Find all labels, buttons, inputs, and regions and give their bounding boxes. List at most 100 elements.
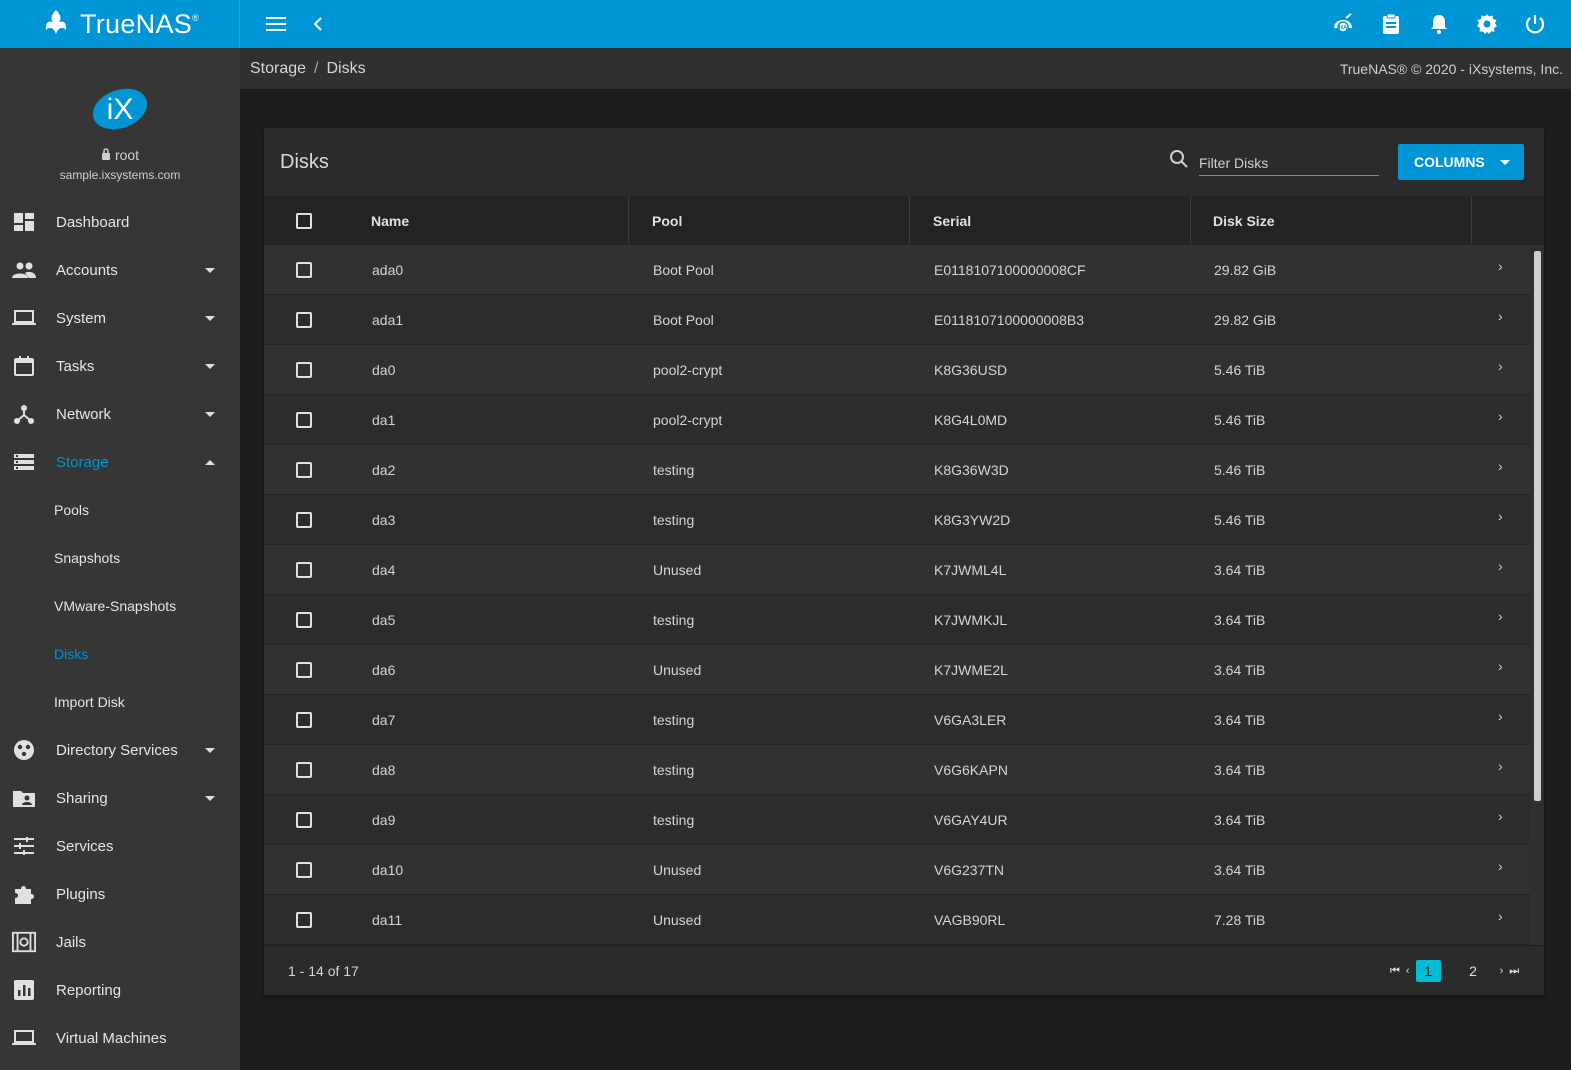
table-row[interactable]: da7 testing V6GA3LER 3.64 TiB › bbox=[264, 695, 1544, 745]
page-button-1[interactable]: 1 bbox=[1415, 960, 1441, 982]
row-checkbox[interactable] bbox=[296, 812, 312, 828]
expand-chevron-icon[interactable]: › bbox=[1498, 841, 1503, 891]
sidebar-item-jails[interactable]: Jails bbox=[0, 918, 240, 966]
expand-chevron-icon[interactable]: › bbox=[1498, 641, 1503, 691]
sidebar-item-reporting[interactable]: Reporting bbox=[0, 966, 240, 1014]
expand-chevron-icon[interactable]: › bbox=[1498, 591, 1503, 641]
breadcrumb-bar: Storage / Disks TrueNAS® © 2020 - iXsyst… bbox=[240, 48, 1571, 89]
row-checkbox[interactable] bbox=[296, 412, 312, 428]
scrollbar[interactable] bbox=[1530, 245, 1544, 945]
bell-icon[interactable] bbox=[1427, 12, 1451, 36]
header-pool[interactable]: Pool bbox=[652, 196, 682, 245]
table-row[interactable]: ada0 Boot Pool E0118107100000008CF 29.82 Gi… bbox=[264, 245, 1544, 295]
back-icon[interactable] bbox=[306, 12, 330, 36]
sidebar-item-virtual-machines[interactable]: Virtual Machines bbox=[0, 1014, 240, 1062]
breadcrumb-storage[interactable]: Storage bbox=[250, 60, 306, 78]
row-checkbox[interactable] bbox=[296, 262, 312, 278]
table-row[interactable]: da2 testing K8G36W3D 5.46 TiB › bbox=[264, 445, 1544, 495]
sidebar-item-dashboard[interactable]: Dashboard bbox=[0, 198, 240, 246]
expand-chevron-icon[interactable]: › bbox=[1498, 791, 1503, 841]
table-row[interactable]: da5 testing K7JWMKJL 3.64 TiB › bbox=[264, 595, 1544, 645]
sidebar-item-storage[interactable]: Storage bbox=[0, 438, 240, 486]
power-icon[interactable] bbox=[1523, 12, 1547, 36]
sidebar-sub-vmware-snapshots[interactable]: VMware-Snapshots bbox=[0, 582, 240, 630]
row-checkbox[interactable] bbox=[296, 862, 312, 878]
svg-text:iX: iX bbox=[107, 93, 134, 126]
brand[interactable]: TrueNAS® bbox=[0, 0, 240, 48]
breadcrumb-separator: / bbox=[314, 59, 319, 77]
cell-serial: E0118107100000008B3 bbox=[934, 312, 1085, 328]
row-checkbox[interactable] bbox=[296, 612, 312, 628]
table-row[interactable]: da11 Unused VAGB90RL 7.28 TiB › bbox=[264, 895, 1544, 945]
next-page-icon[interactable]: › bbox=[1500, 965, 1504, 977]
row-checkbox[interactable] bbox=[296, 562, 312, 578]
sidebar-item-system[interactable]: System bbox=[0, 294, 240, 342]
expand-chevron-icon[interactable]: › bbox=[1498, 891, 1503, 941]
row-checkbox[interactable] bbox=[296, 362, 312, 378]
row-checkbox[interactable] bbox=[296, 712, 312, 728]
row-checkbox[interactable] bbox=[296, 762, 312, 778]
header-name[interactable]: Name bbox=[371, 196, 409, 245]
header-disk-size[interactable]: Disk Size bbox=[1213, 196, 1274, 245]
cell-name: da9 bbox=[372, 812, 396, 828]
table-row[interactable]: da3 testing K8G3YW2D 5.46 TiB › bbox=[264, 495, 1544, 545]
sidebar-item-plugins[interactable]: Plugins bbox=[0, 870, 240, 918]
expand-chevron-icon[interactable]: › bbox=[1498, 491, 1503, 541]
ha-icon[interactable]: HA bbox=[1331, 12, 1355, 36]
table-row[interactable]: da1 pool2-crypt K8G4L0MD 5.46 TiB › bbox=[264, 395, 1544, 445]
search-icon bbox=[1169, 149, 1189, 174]
cell-name: da3 bbox=[372, 512, 396, 528]
expand-chevron-icon[interactable]: › bbox=[1498, 741, 1503, 791]
row-checkbox[interactable] bbox=[296, 462, 312, 478]
table-row[interactable]: da9 testing V6GAY4UR 3.64 TiB › bbox=[264, 795, 1544, 845]
sidebar-sub-import-disk[interactable]: Import Disk bbox=[0, 678, 240, 726]
header-serial[interactable]: Serial bbox=[933, 196, 971, 245]
page-button-2[interactable]: 2 bbox=[1461, 960, 1486, 982]
scrollbar-thumb[interactable] bbox=[1534, 251, 1541, 801]
row-checkbox[interactable] bbox=[296, 512, 312, 528]
sidebar-item-tasks[interactable]: Tasks bbox=[0, 342, 240, 390]
table-row[interactable]: da10 Unused V6G237TN 3.64 TiB › bbox=[264, 845, 1544, 895]
sidebar-sub-disks[interactable]: Disks bbox=[0, 630, 240, 678]
row-select-cell bbox=[296, 795, 312, 845]
sidebar-sub-pools[interactable]: Pools bbox=[0, 486, 240, 534]
row-select-cell bbox=[296, 395, 312, 445]
sidebar-item-accounts[interactable]: Accounts bbox=[0, 246, 240, 294]
filter-input[interactable] bbox=[1199, 146, 1379, 176]
table-row[interactable]: ada1 Boot Pool E0118107100000008B3 29.82 Gi… bbox=[264, 295, 1544, 345]
expand-chevron-icon[interactable]: › bbox=[1498, 541, 1503, 591]
table-row[interactable]: da6 Unused K7JWME2L 3.64 TiB › bbox=[264, 645, 1544, 695]
row-checkbox[interactable] bbox=[296, 312, 312, 328]
table-row[interactable]: da4 Unused K7JWML4L 3.64 TiB › bbox=[264, 545, 1544, 595]
menu-icon[interactable] bbox=[264, 12, 288, 36]
chevron-down-icon bbox=[205, 412, 215, 417]
table-row[interactable]: da0 pool2-crypt K8G36USD 5.46 TiB › bbox=[264, 345, 1544, 395]
cell-name: da6 bbox=[372, 662, 396, 678]
sidebar-item-directory-services[interactable]: Directory Services bbox=[0, 726, 240, 774]
cell-name: da11 bbox=[372, 912, 403, 928]
clipboard-icon[interactable] bbox=[1379, 12, 1403, 36]
gear-icon[interactable] bbox=[1475, 12, 1499, 36]
expand-chevron-icon[interactable]: › bbox=[1498, 691, 1503, 741]
sidebar-item-network[interactable]: Network bbox=[0, 390, 240, 438]
chevron-down-icon bbox=[205, 364, 215, 369]
row-checkbox[interactable] bbox=[296, 662, 312, 678]
expand-chevron-icon[interactable]: › bbox=[1498, 391, 1503, 441]
sidebar-sub-snapshots[interactable]: Snapshots bbox=[0, 534, 240, 582]
prev-page-icon[interactable]: ‹ bbox=[1406, 965, 1410, 977]
sidebar-item-services[interactable]: Services bbox=[0, 822, 240, 870]
select-all-checkbox[interactable] bbox=[296, 212, 312, 229]
select-all-cell bbox=[296, 196, 312, 245]
expand-chevron-icon[interactable]: › bbox=[1498, 245, 1503, 291]
cell-pool: testing bbox=[653, 462, 695, 478]
expand-chevron-icon[interactable]: › bbox=[1498, 341, 1503, 391]
first-page-icon[interactable]: ⏮ bbox=[1390, 965, 1400, 978]
expand-chevron-icon[interactable]: › bbox=[1498, 441, 1503, 491]
filter bbox=[1169, 146, 1379, 176]
sidebar-item-sharing[interactable]: Sharing bbox=[0, 774, 240, 822]
columns-button[interactable]: COLUMNS bbox=[1398, 144, 1524, 180]
table-row[interactable]: da8 testing V6G6KAPN 3.64 TiB › bbox=[264, 745, 1544, 795]
expand-chevron-icon[interactable]: › bbox=[1498, 291, 1503, 341]
row-checkbox[interactable] bbox=[296, 912, 312, 928]
last-page-icon[interactable]: ⏭ bbox=[1509, 965, 1519, 978]
